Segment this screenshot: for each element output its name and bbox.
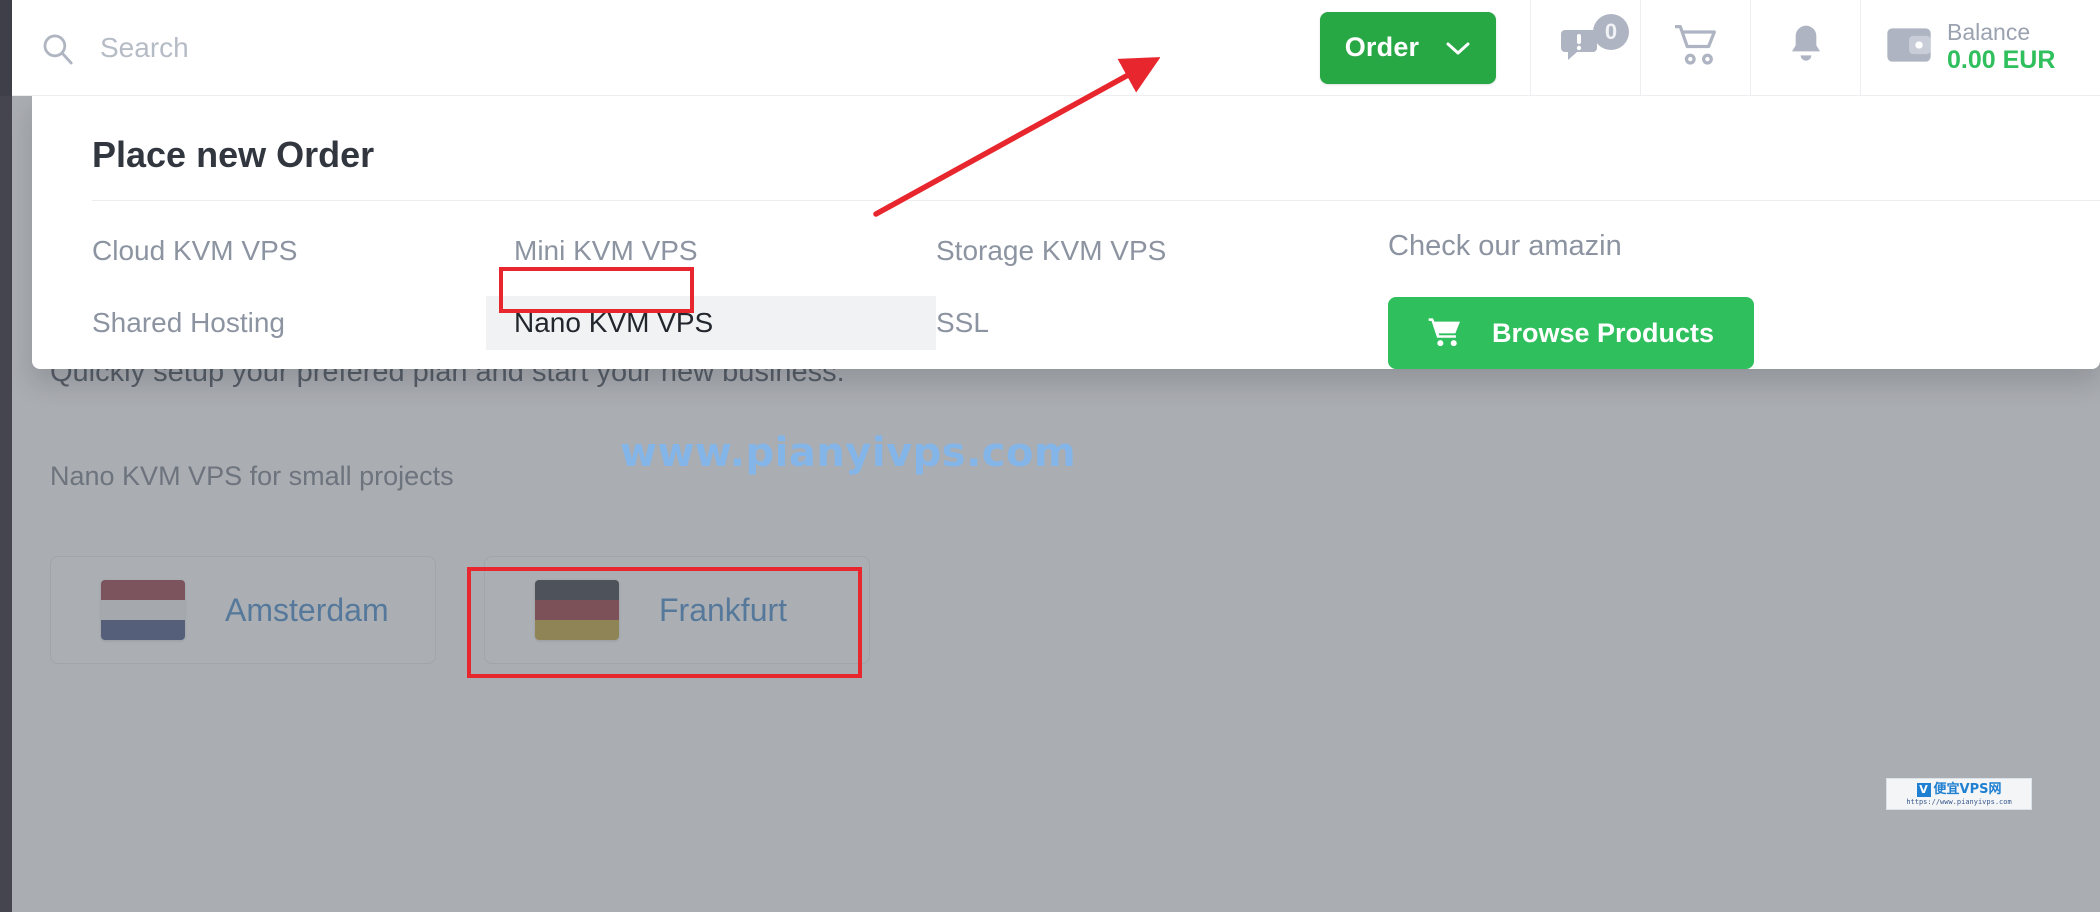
order-button-label: Order [1344, 32, 1420, 62]
sidebar-rail-header [0, 0, 12, 96]
shopping-cart-button[interactable] [1640, 0, 1750, 95]
shopping-cart-icon [1428, 317, 1462, 350]
dropdown-item-nano-kvm-vps[interactable]: Nano KVM VPS [486, 296, 936, 350]
dropdown-column-3: Storage KVM VPS SSL [936, 224, 1358, 369]
top-header-bar: Order 0 [12, 0, 2100, 96]
browse-products-button[interactable]: Browse Products [1388, 297, 1755, 369]
watermark-logo-badge: V [1916, 782, 1931, 797]
dropdown-promo: Check our amazin Browse Products [1358, 224, 2100, 369]
balance-value: 0.00 EUR [1947, 46, 2056, 75]
dropdown-title: Place new Order [92, 134, 375, 175]
dropdown-item-storage-kvm-vps[interactable]: Storage KVM VPS [908, 224, 1358, 278]
search-input[interactable] [100, 31, 660, 64]
dropdown-item-ssl[interactable]: SSL [908, 296, 1358, 350]
app-window: Quickly setup your prefered plan and sta… [0, 0, 2100, 912]
order-dropdown-panel: Place new Order Cloud KVM VPS Shared Hos… [32, 96, 2100, 369]
bell-icon [1786, 23, 1826, 72]
order-button[interactable]: Order [1320, 11, 1496, 84]
dropdown-item-mini-kvm-vps[interactable]: Mini KVM VPS [486, 224, 936, 278]
support-badge-count: 0 [1593, 14, 1629, 50]
dropdown-column-1: Cloud KVM VPS Shared Hosting [92, 224, 514, 369]
chevron-down-icon [1445, 40, 1471, 56]
sidebar-rail [0, 0, 12, 912]
promo-text: Check our amazin [1388, 230, 1622, 262]
watermark-text: www.pianyivps.com [620, 430, 1077, 476]
notifications-button[interactable] [1750, 0, 1860, 95]
dropdown-column-2: Mini KVM VPS Nano KVM VPS [486, 224, 936, 369]
search-icon[interactable] [40, 31, 74, 65]
dropdown-divider [92, 200, 2100, 201]
balance-widget[interactable]: Balance 0.00 EUR [1860, 0, 2100, 95]
order-button-area: Order [1320, 0, 1530, 95]
support-tickets-button[interactable]: 0 [1530, 0, 1640, 95]
dropdown-item-shared-hosting[interactable]: Shared Hosting [64, 296, 514, 350]
search-area [12, 0, 1320, 95]
watermark-logo-name: 便宜VPS网 [1933, 782, 2002, 797]
shopping-cart-icon [1673, 24, 1719, 71]
balance-label: Balance [1947, 19, 2031, 46]
watermark-logo: V 便宜VPS网 https://www.pianyivps.com [1886, 778, 2032, 810]
browse-products-label: Browse Products [1492, 317, 1715, 348]
watermark-logo-url: https://www.pianyivps.com [1906, 797, 2012, 806]
dropdown-item-cloud-kvm-vps[interactable]: Cloud KVM VPS [64, 224, 514, 278]
wallet-icon [1887, 25, 1931, 70]
